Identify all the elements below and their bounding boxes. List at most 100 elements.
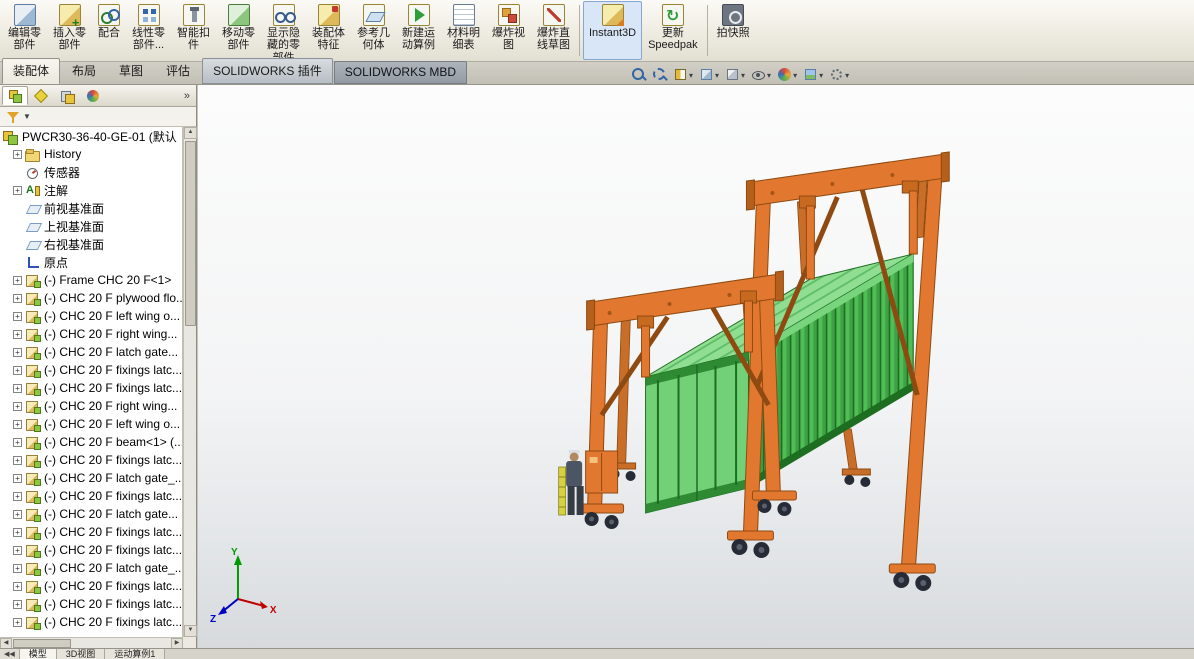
toolbar-button[interactable]: 更新 Speedpak <box>642 1 704 60</box>
hide-show-items-icon[interactable] <box>750 64 772 84</box>
expander-icon[interactable] <box>13 438 22 447</box>
zoom-area-icon[interactable] <box>651 66 668 83</box>
scroll-left-arrow-icon[interactable] <box>0 638 12 649</box>
motion-bar-tab[interactable]: 模型 <box>20 649 57 659</box>
tree-item[interactable]: (-) CHC 20 F beam<1> (... <box>0 433 182 451</box>
tree-item[interactable]: (-) CHC 20 F latch gate... <box>0 505 182 523</box>
expander-icon[interactable] <box>13 402 22 411</box>
apply-scene-icon[interactable] <box>802 64 824 84</box>
motion-bar-tab[interactable]: 3D视图 <box>57 649 106 659</box>
tree-item[interactable]: (-) CHC 20 F fixings latc... <box>0 613 182 631</box>
appearance-manager-icon[interactable] <box>80 86 106 105</box>
dropdown-caret-icon[interactable] <box>740 65 745 83</box>
tree-item[interactable]: (-) CHC 20 F left wing o... <box>0 307 182 325</box>
expander-icon[interactable] <box>13 528 22 537</box>
tree-item[interactable]: (-) CHC 20 F fixings latc... <box>0 451 182 469</box>
toolbar-button[interactable]: 参考几 何体 <box>351 1 396 60</box>
expander-icon[interactable] <box>13 312 22 321</box>
tree-item[interactable]: (-) CHC 20 F fixings latc... <box>0 541 182 559</box>
tree-item[interactable]: (-) CHC 20 F latch gate... <box>0 343 182 361</box>
toolbar-button[interactable]: 编辑零 部件 <box>2 1 47 60</box>
expander-icon[interactable] <box>13 186 22 195</box>
expander-icon[interactable] <box>13 618 22 627</box>
ribbon-tab[interactable]: SOLIDWORKS 插件 <box>202 58 333 84</box>
configuration-manager-icon[interactable] <box>54 86 80 105</box>
tree-item[interactable]: 注解 <box>0 181 182 199</box>
tree-item[interactable]: 原点 <box>0 253 182 271</box>
expander-icon[interactable] <box>13 150 22 159</box>
expander-icon[interactable] <box>13 348 22 357</box>
toolbar-button[interactable]: 配合 <box>92 1 126 60</box>
tree-item[interactable]: History <box>0 145 182 163</box>
dropdown-caret-icon[interactable] <box>714 65 719 83</box>
toolbar-button[interactable]: 材料明 细表 <box>441 1 486 60</box>
edit-appearance-icon[interactable] <box>776 64 798 84</box>
expander-icon[interactable] <box>13 384 22 393</box>
expander-icon[interactable] <box>13 294 22 303</box>
toolbar-button[interactable]: 显示隐 藏的零 部件 <box>261 1 306 60</box>
expander-icon[interactable] <box>13 366 22 375</box>
ribbon-tab[interactable]: SOLIDWORKS MBD <box>334 61 467 84</box>
tree-item[interactable]: (-) CHC 20 F latch gate_... <box>0 469 182 487</box>
tree-item[interactable]: (-) CHC 20 F fixings latc... <box>0 595 182 613</box>
horizontal-scrollbar-thumb[interactable] <box>13 639 71 648</box>
toolbar-button[interactable]: 移动零 部件 <box>216 1 261 60</box>
expander-icon[interactable] <box>13 564 22 573</box>
scroll-up-arrow-icon[interactable] <box>184 127 197 139</box>
expander-icon[interactable] <box>13 510 22 519</box>
feature-manager-tree-icon[interactable] <box>2 86 28 105</box>
display-style-icon[interactable] <box>724 64 746 84</box>
expander-icon[interactable] <box>13 582 22 591</box>
toolbar-button[interactable]: Instant3D <box>583 1 642 60</box>
view-orientation-icon[interactable] <box>698 64 720 84</box>
tree-item[interactable]: (-) CHC 20 F plywood flo... <box>0 289 182 307</box>
view-settings-icon[interactable] <box>828 64 850 84</box>
dropdown-caret-icon[interactable] <box>688 65 693 83</box>
expander-icon[interactable] <box>13 474 22 483</box>
tree-item[interactable]: 上视基准面 <box>0 217 182 235</box>
section-view-icon[interactable] <box>672 64 694 84</box>
tree-item[interactable]: (-) CHC 20 F right wing... <box>0 325 182 343</box>
tree-item[interactable]: PWCR30-36-40-GE-01 (默认 <box>0 127 182 145</box>
toolbar-button[interactable]: 线性零 部件... <box>126 1 171 60</box>
scroll-down-arrow-icon[interactable] <box>184 625 197 637</box>
tree-item[interactable]: 传感器 <box>0 163 182 181</box>
dropdown-caret-icon[interactable] <box>818 65 823 83</box>
property-manager-icon[interactable] <box>28 86 54 105</box>
tree-item[interactable]: (-) CHC 20 F fixings latc... <box>0 361 182 379</box>
ribbon-tab[interactable]: 布局 <box>61 58 107 84</box>
expander-icon[interactable] <box>13 492 22 501</box>
tree-item[interactable]: (-) CHC 20 F fixings latc... <box>0 487 182 505</box>
toolbar-button[interactable]: 装配体 特征 <box>306 1 351 60</box>
vertical-scrollbar-thumb[interactable] <box>185 141 196 326</box>
tree-vertical-scrollbar[interactable] <box>183 127 196 637</box>
expander-icon[interactable] <box>13 330 22 339</box>
toolbar-button[interactable]: 新建运 动算例 <box>396 1 441 60</box>
tree-item[interactable]: (-) CHC 20 F fixings latc... <box>0 577 182 595</box>
ribbon-tab[interactable]: 装配体 <box>2 58 60 84</box>
toolbar-button[interactable]: 插入零 部件 <box>47 1 92 60</box>
tab-scroll-arrows-icon[interactable]: ◀◀ <box>0 649 20 659</box>
dropdown-caret-icon[interactable] <box>766 65 771 83</box>
dropdown-caret-icon[interactable] <box>792 65 797 83</box>
graphics-viewport[interactable]: Y X Z <box>198 85 1194 648</box>
tree-item[interactable]: (-) CHC 20 F right wing... <box>0 397 182 415</box>
expander-icon[interactable] <box>13 600 22 609</box>
ribbon-tab[interactable]: 草图 <box>108 58 154 84</box>
toolbar-button[interactable]: 拍快照 <box>711 1 756 60</box>
dropdown-caret-icon[interactable] <box>844 65 849 83</box>
expander-icon[interactable] <box>13 546 22 555</box>
tree-item[interactable]: (-) CHC 20 F fixings latc... <box>0 379 182 397</box>
tree-item[interactable]: (-) CHC 20 F latch gate_... <box>0 559 182 577</box>
zoom-fit-icon[interactable] <box>630 66 647 83</box>
motion-bar-tab[interactable]: 运动算例1 <box>105 649 165 659</box>
scroll-right-arrow-icon[interactable] <box>171 638 183 649</box>
panel-overflow-chevron[interactable]: » <box>180 90 194 102</box>
toolbar-button[interactable]: 智能扣 件 <box>171 1 216 60</box>
toolbar-button[interactable]: 爆炸视 图 <box>486 1 531 60</box>
tree-item[interactable]: (-) CHC 20 F fixings latc... <box>0 523 182 541</box>
expander-icon[interactable] <box>13 276 22 285</box>
ribbon-tab[interactable]: 评估 <box>155 58 201 84</box>
tree-horizontal-scrollbar[interactable] <box>0 637 183 648</box>
toolbar-button[interactable]: 爆炸直 线草图 <box>531 1 576 60</box>
